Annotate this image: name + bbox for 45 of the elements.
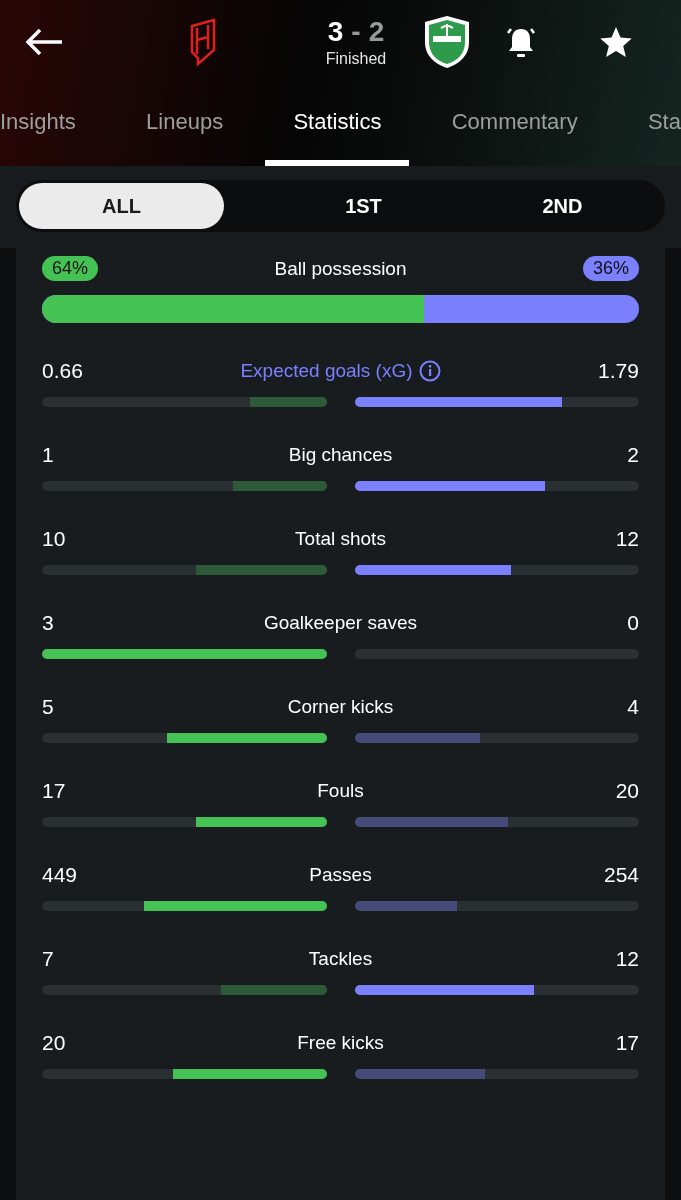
away-value: 254 [602, 863, 639, 887]
home-value: 10 [42, 527, 67, 551]
crest-icon [422, 14, 472, 70]
home-value: 0.66 [42, 359, 83, 383]
away-value: 1.79 [598, 359, 639, 383]
away-value: 0 [626, 611, 639, 635]
back-icon[interactable] [24, 27, 64, 57]
match-status: Finished [325, 50, 387, 68]
home-score: 3 [327, 16, 344, 48]
home-value: 17 [42, 779, 67, 803]
away-value: 12 [614, 947, 639, 971]
away-value: 2 [626, 443, 639, 467]
stat-label: Tackles [308, 948, 373, 970]
home-value: 449 [42, 863, 79, 887]
away-value: 12 [614, 527, 639, 551]
stat-label: Corner kicks [287, 696, 394, 718]
stat-label: Free kicks [297, 1032, 384, 1054]
crest-icon [188, 18, 218, 66]
tab[interactable]: Lineups [118, 84, 252, 166]
tab[interactable]: Insights [0, 84, 104, 166]
home-value: 7 [42, 947, 55, 971]
info-icon[interactable] [418, 360, 441, 382]
stat-label: Passes [309, 864, 372, 886]
home-value: 5 [42, 695, 55, 719]
away-value: 20 [614, 779, 639, 803]
tab[interactable]: Sta [619, 84, 681, 166]
period-tab[interactable]: 1ST [264, 183, 463, 229]
stat-label: Fouls [317, 780, 364, 802]
away-possession-badge: 36% [582, 256, 639, 281]
away-score: 2 [368, 16, 385, 48]
home-value: 3 [42, 611, 55, 635]
score-separator: - [351, 16, 361, 48]
tab[interactable]: Commentary [423, 84, 606, 166]
home-value: 1 [42, 443, 55, 467]
home-possession-badge: 64% [42, 256, 99, 281]
period-tab[interactable]: ALL [19, 183, 224, 229]
stat-label: Ball possession [274, 257, 407, 280]
away-value: 17 [614, 1031, 639, 1055]
stat-label: Total shots [295, 528, 386, 550]
away-value: 4 [626, 695, 639, 719]
stat-label: Expected goals (xG) [240, 360, 413, 382]
period-tab[interactable]: 2ND [463, 183, 662, 229]
stat-label: Big chances [288, 444, 393, 466]
home-value: 20 [42, 1031, 67, 1055]
stat-label: Goalkeeper saves [263, 612, 418, 634]
